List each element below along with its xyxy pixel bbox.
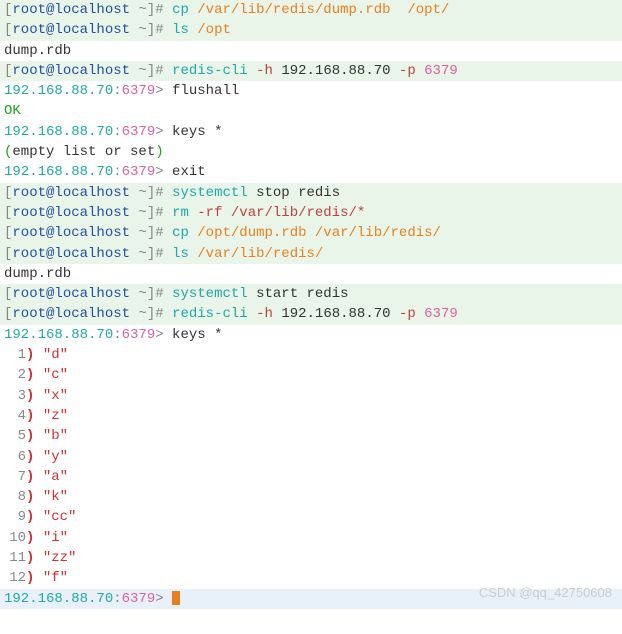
- redis-cmd-line: 192.168.88.70:6379> flushall: [0, 81, 622, 101]
- cmd-line: [root@localhost ~]# cp /var/lib/redis/du…: [0, 0, 622, 20]
- cmd-line: [root@localhost ~]# systemctl stop redis: [0, 183, 622, 203]
- cursor-icon: [172, 591, 180, 605]
- list-item: 3) "x": [0, 386, 622, 406]
- cmd-line: [root@localhost ~]# ls /opt: [0, 20, 622, 40]
- output-line: dump.rdb: [0, 264, 622, 284]
- cmd-line: [root@localhost ~]# redis-cli -h 192.168…: [0, 61, 622, 81]
- list-item: 10) "i": [0, 528, 622, 548]
- list-item: 9) "cc": [0, 507, 622, 527]
- redis-cmd-line: 192.168.88.70:6379> keys *: [0, 325, 622, 345]
- list-item: 5) "b": [0, 426, 622, 446]
- keys-result-list: 1) "d"2) "c"3) "x"4) "z"5) "b"6) "y"7) "…: [0, 345, 622, 589]
- redis-cmd-line: 192.168.88.70:6379> keys *: [0, 122, 622, 142]
- cmd-line: [root@localhost ~]# redis-cli -h 192.168…: [0, 304, 622, 324]
- terminal-output: [root@localhost ~]# cp /var/lib/redis/du…: [0, 0, 622, 609]
- list-item: 8) "k": [0, 487, 622, 507]
- output-line: (empty list or set): [0, 142, 622, 162]
- list-item: 1) "d": [0, 345, 622, 365]
- list-item: 6) "y": [0, 447, 622, 467]
- list-item: 11) "zz": [0, 548, 622, 568]
- output-line: dump.rdb: [0, 41, 622, 61]
- cmd-line: [root@localhost ~]# ls /var/lib/redis/: [0, 244, 622, 264]
- list-item: 4) "z": [0, 406, 622, 426]
- list-item: 2) "c": [0, 365, 622, 385]
- cmd-line: [root@localhost ~]# rm -rf /var/lib/redi…: [0, 203, 622, 223]
- redis-cmd-line: 192.168.88.70:6379> exit: [0, 162, 622, 182]
- watermark: CSDN @qq_42750608: [479, 584, 612, 603]
- list-item: 7) "a": [0, 467, 622, 487]
- cmd-line: [root@localhost ~]# cp /opt/dump.rdb /va…: [0, 223, 622, 243]
- cmd-line: [root@localhost ~]# systemctl start redi…: [0, 284, 622, 304]
- output-line: OK: [0, 101, 622, 121]
